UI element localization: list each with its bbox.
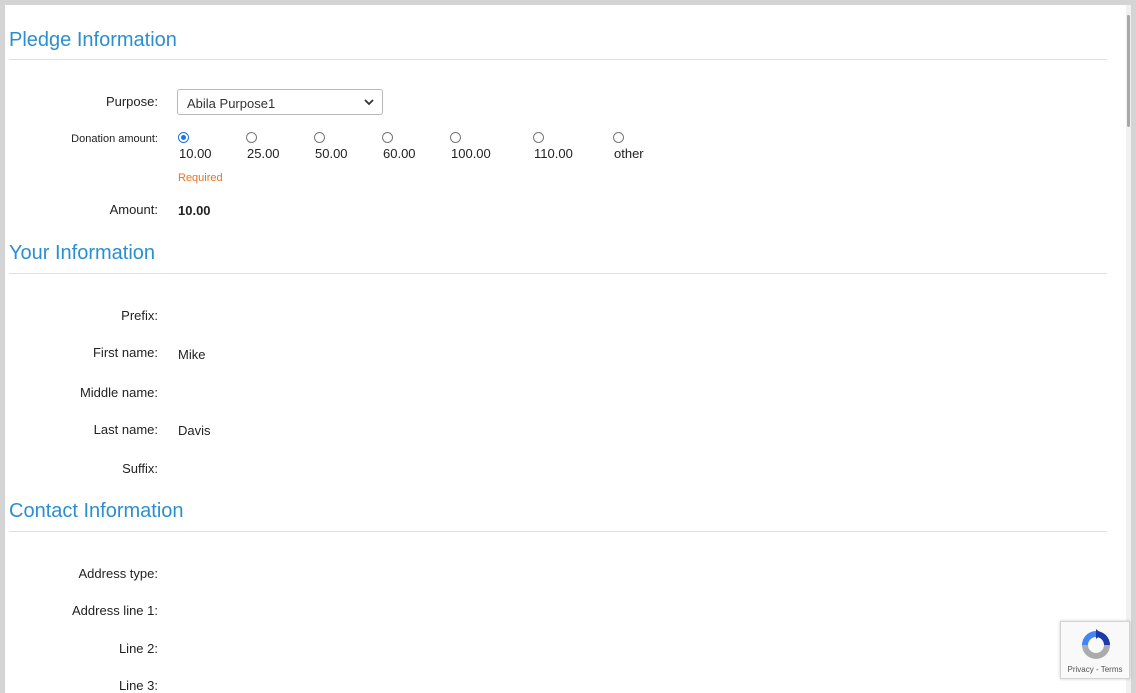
purpose-label: Purpose:	[105, 94, 158, 109]
first-name-label: First name:	[92, 345, 158, 360]
recaptcha-links: Privacy - Terms	[1061, 665, 1129, 674]
radio-button[interactable]	[314, 132, 325, 143]
scrollbar-thumb[interactable]	[1127, 15, 1130, 127]
section-divider	[9, 59, 1107, 60]
line2-label: Line 2:	[118, 641, 158, 656]
donation-option-label: 100.00	[451, 146, 491, 161]
privacy-link[interactable]: Privacy	[1068, 665, 1094, 674]
amount-label: Amount:	[109, 202, 158, 217]
address-line1-label: Address line 1:	[72, 603, 158, 618]
prefix-label: Prefix:	[121, 308, 158, 323]
radio-button[interactable]	[178, 132, 189, 143]
radio-button[interactable]	[246, 132, 257, 143]
donation-option-label: 25.00	[247, 146, 280, 161]
link-separator: -	[1093, 665, 1101, 674]
last-name-label: Last name:	[93, 422, 158, 437]
chevron-down-icon	[364, 99, 374, 106]
donation-amount-label: Donation amount:	[71, 133, 158, 145]
recaptcha-badge[interactable]: Privacy - Terms	[1060, 621, 1130, 679]
your-information-heading: Your Information	[9, 242, 156, 264]
purpose-selected-value: Abila Purpose1	[187, 96, 276, 111]
pledge-information-heading: Pledge Information	[9, 29, 177, 51]
vertical-scrollbar[interactable]	[1126, 5, 1131, 693]
middle-name-label: Middle name:	[79, 385, 158, 400]
terms-link[interactable]: Terms	[1101, 665, 1123, 674]
line3-label: Line 3:	[118, 678, 158, 693]
address-type-label: Address type:	[78, 566, 159, 581]
donation-option-label: 60.00	[383, 146, 416, 161]
last-name-value: Davis	[178, 423, 211, 438]
donation-option-label: 110.00	[534, 146, 573, 161]
donation-option-label: 50.00	[315, 146, 348, 161]
donation-option-label: other	[614, 146, 644, 161]
page-frame: Pledge Information Purpose: Abila Purpos…	[5, 5, 1126, 693]
required-message: Required	[178, 172, 223, 184]
purpose-select[interactable]: Abila Purpose1	[177, 89, 383, 115]
donation-option-label: 10.00	[179, 146, 212, 161]
radio-button[interactable]	[533, 132, 544, 143]
section-divider	[9, 531, 1107, 532]
recaptcha-icon	[1082, 629, 1110, 659]
amount-value: 10.00	[178, 203, 211, 218]
suffix-label: Suffix:	[122, 461, 158, 476]
section-divider	[9, 273, 1107, 274]
radio-button[interactable]	[382, 132, 393, 143]
first-name-value: Mike	[178, 347, 206, 362]
radio-button[interactable]	[613, 132, 624, 143]
contact-information-heading: Contact Information	[9, 500, 184, 522]
radio-button[interactable]	[450, 132, 461, 143]
